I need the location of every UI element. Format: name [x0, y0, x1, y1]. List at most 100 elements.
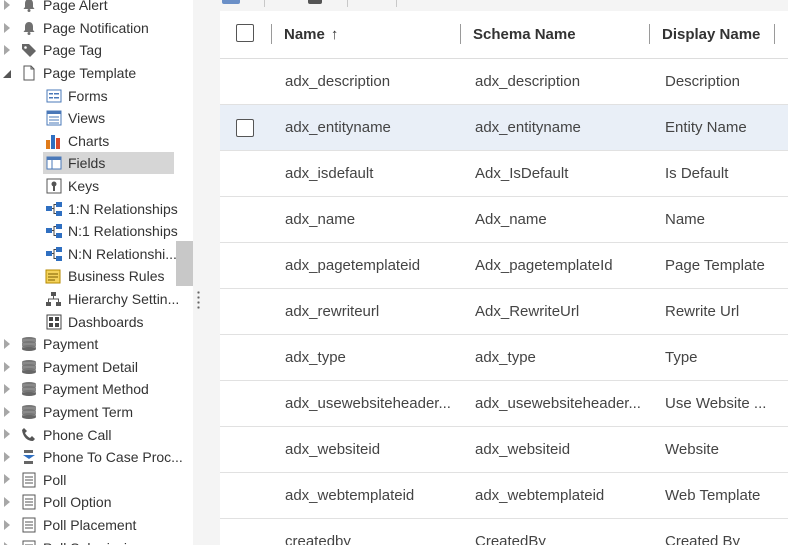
tree-item-page-notification[interactable]: Page Notification [0, 17, 200, 40]
column-divider[interactable] [460, 24, 461, 44]
tree-item-page-tag[interactable]: Page Tag [0, 39, 200, 62]
tree-item-poll-placement[interactable]: Poll Placement [0, 514, 200, 537]
tree-item-payment-term[interactable]: Payment Term [0, 401, 200, 424]
tree-item-charts[interactable]: Charts [0, 130, 200, 153]
tree-item-phone-call[interactable]: Phone Call [0, 423, 200, 446]
row-checkbox[interactable] [236, 119, 254, 137]
tree-scrollbar-thumb[interactable] [176, 241, 193, 286]
expand-arrow-icon[interactable] [4, 406, 10, 417]
tree-item-label: Forms [68, 87, 108, 104]
grid-header-row: Name ↑ Schema Name Display Name [220, 11, 788, 59]
toolbar-filter-icon[interactable] [308, 0, 322, 4]
table-row[interactable]: adx_pagetemplateid Adx_pagetemplateId Page… [220, 243, 788, 289]
cell-name: adx_usewebsiteheader... [285, 395, 451, 412]
tree-item-poll-option[interactable]: Poll Option [0, 491, 200, 514]
sort-ascending-icon: ↑ [330, 26, 339, 43]
cell-schema-name: Adx_pagetemplateId [475, 257, 613, 274]
tree-item-label: Payment [43, 336, 99, 353]
collapse-arrow-icon[interactable] [3, 69, 11, 78]
page-icon [20, 64, 38, 82]
tree-item-forms[interactable]: Forms [0, 84, 200, 107]
tree-item-label: N:N Relationshi... [68, 245, 177, 262]
tree-item-label: Payment Term [43, 403, 133, 420]
column-divider[interactable] [649, 24, 650, 44]
expand-arrow-icon[interactable] [4, 451, 10, 462]
cell-schema-name: Adx_RewriteUrl [475, 303, 580, 320]
cell-name: adx_rewriteurl [285, 303, 380, 320]
table-row[interactable]: createdby CreatedBy Created By [220, 519, 788, 545]
tree-item-payment[interactable]: Payment [0, 333, 200, 356]
cell-schema-name: adx_entityname [475, 119, 581, 136]
views-icon [45, 109, 63, 127]
expand-arrow-icon[interactable] [4, 45, 10, 56]
tree-item-payment-method[interactable]: Payment Method [0, 378, 200, 401]
expand-arrow-icon[interactable] [4, 384, 10, 395]
expand-arrow-icon[interactable] [4, 338, 10, 349]
table-row[interactable]: adx_entityname adx_entityname Entity Name [220, 105, 788, 151]
cell-schema-name: adx_description [475, 73, 581, 90]
column-header-display[interactable]: Display Name [662, 11, 760, 58]
list-icon [20, 493, 38, 511]
tree-item-phone-to-case-proc[interactable]: Phone To Case Proc... [0, 446, 200, 469]
expand-arrow-icon[interactable] [4, 0, 10, 10]
expand-arrow-icon[interactable] [4, 361, 10, 372]
select-all-checkbox[interactable] [236, 24, 254, 42]
table-row[interactable]: adx_type adx_type Type [220, 335, 788, 381]
tree-item-n-n-relationshi[interactable]: N:N Relationshi... [0, 243, 200, 266]
tree-item-fields[interactable]: Fields [0, 152, 200, 175]
tree-item-page-template[interactable]: Page Template [0, 62, 200, 85]
tree-item-poll[interactable]: Poll [0, 468, 200, 491]
cell-display-name: Type [665, 349, 698, 366]
toolbar-divider [396, 0, 397, 7]
tree-item-page-alert[interactable]: Page Alert [0, 0, 200, 17]
relationship-icon [45, 200, 63, 218]
cell-name: adx_pagetemplateid [285, 257, 421, 274]
cell-schema-name: adx_webtemplateid [475, 487, 605, 504]
relationship-icon [45, 245, 63, 263]
expand-arrow-icon[interactable] [4, 429, 10, 440]
table-row[interactable]: adx_name Adx_name Name [220, 197, 788, 243]
expand-arrow-icon[interactable] [4, 474, 10, 485]
table-row[interactable]: adx_webtemplateid adx_webtemplateid Web Te… [220, 473, 788, 519]
column-header-schema-label: Schema Name [473, 26, 576, 43]
table-row[interactable]: adx_usewebsiteheader... adx_usewebsitehea… [220, 381, 788, 427]
expand-arrow-icon[interactable] [4, 497, 10, 508]
column-header-schema[interactable]: Schema Name [473, 11, 576, 58]
tree-item-label: Dashboards [68, 313, 144, 330]
list-icon [20, 539, 38, 545]
cell-display-name: Created By [665, 533, 741, 545]
cell-display-name: Entity Name [665, 119, 747, 136]
expand-arrow-icon[interactable] [4, 519, 10, 530]
cell-display-name: Name [665, 211, 706, 228]
tree-item-label: Page Template [43, 65, 137, 82]
expand-arrow-icon[interactable] [4, 22, 10, 33]
table-row[interactable]: adx_isdefault Adx_IsDefault Is Default [220, 151, 788, 197]
tree-item-business-rules[interactable]: Business Rules [0, 265, 200, 288]
tree-item-hierarchy-settin[interactable]: Hierarchy Settin... [0, 288, 200, 311]
toolbar-new-icon[interactable] [222, 0, 240, 4]
tree-item-poll-submission[interactable]: Poll Submission [0, 536, 200, 545]
table-row[interactable]: adx_description adx_description Descriptio… [220, 59, 788, 105]
entity-icon [20, 335, 38, 353]
tree-item-label: Poll Placement [43, 516, 137, 533]
table-row[interactable]: adx_rewriteurl Adx_RewriteUrl Rewrite Url [220, 289, 788, 335]
tag-icon [20, 41, 38, 59]
tree-item-keys[interactable]: Keys [0, 175, 200, 198]
bell-icon [20, 19, 38, 37]
column-header-name[interactable]: Name ↑ [284, 11, 338, 58]
tree-item-label: Fields [68, 155, 106, 172]
column-divider[interactable] [774, 24, 775, 44]
cell-schema-name: adx_websiteid [475, 441, 571, 458]
tree-item-n-1-relationships[interactable]: N:1 Relationships [0, 220, 200, 243]
tree-item-1-n-relationships[interactable]: 1:N Relationships [0, 197, 200, 220]
table-row[interactable]: adx_websiteid adx_websiteid Website [220, 427, 788, 473]
cell-name: adx_name [285, 211, 356, 228]
pane-splitter[interactable] [193, 0, 200, 545]
tree-item-label: Payment Detail [43, 358, 138, 375]
cell-name: adx_type [285, 349, 346, 366]
tree-item-dashboards[interactable]: Dashboards [0, 310, 200, 333]
column-divider[interactable] [271, 24, 272, 44]
relationship-icon [45, 222, 63, 240]
tree-item-views[interactable]: Views [0, 107, 200, 130]
tree-item-payment-detail[interactable]: Payment Detail [0, 356, 200, 379]
